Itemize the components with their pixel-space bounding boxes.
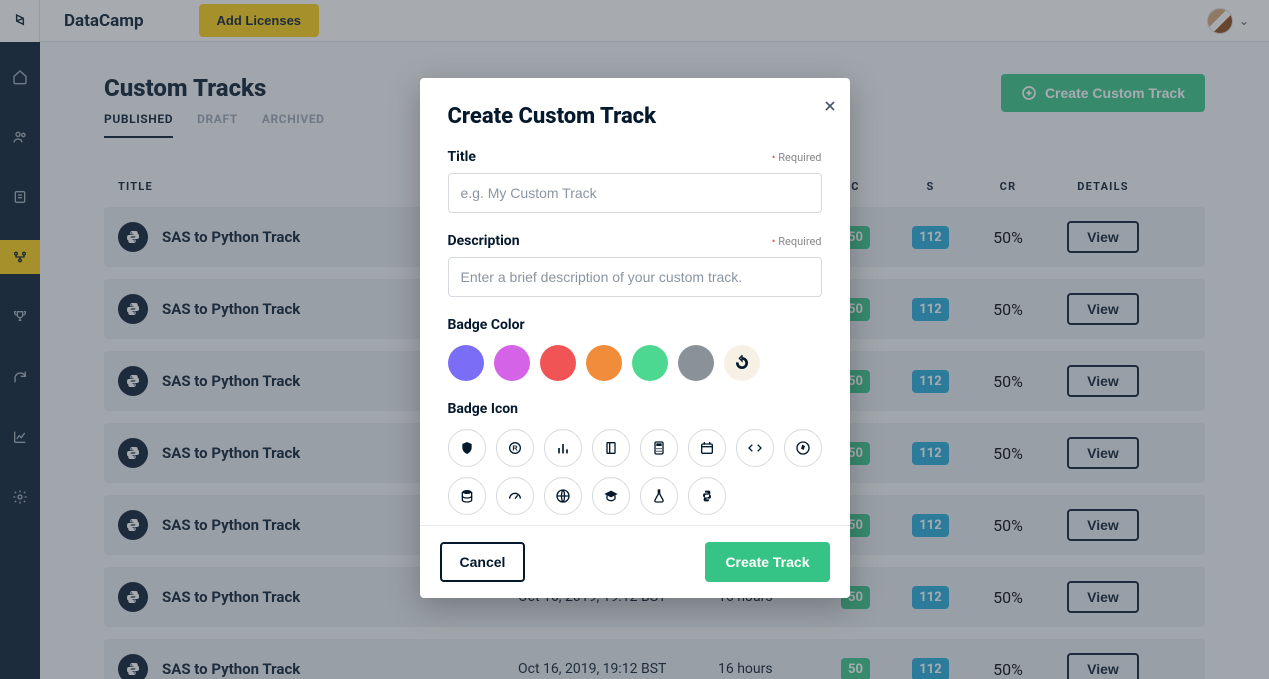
calendar-icon <box>699 440 715 456</box>
bar-chart-icon <box>555 440 571 456</box>
badge-icon-r-lang[interactable]: R <box>496 429 534 467</box>
color-swatch[interactable] <box>586 345 622 381</box>
badge-icon-python[interactable] <box>688 477 726 515</box>
required-tag: Required <box>772 151 822 164</box>
color-swatch[interactable] <box>494 345 530 381</box>
color-swatch[interactable] <box>678 345 714 381</box>
gauge-icon <box>507 488 523 504</box>
close-icon <box>822 98 838 114</box>
badge-icon-shield[interactable] <box>448 429 486 467</box>
submit-button[interactable]: Create Track <box>705 542 829 582</box>
code-icon <box>747 440 763 456</box>
title-input[interactable] <box>448 173 822 213</box>
badge-color-label: Badge Color <box>448 317 822 333</box>
badge-icon-calculator[interactable] <box>640 429 678 467</box>
svg-text:R: R <box>512 444 518 453</box>
badge-icon-label: Badge Icon <box>448 401 822 417</box>
book-icon <box>603 440 619 456</box>
badge-icon-book[interactable] <box>592 429 630 467</box>
python-icon <box>699 488 715 504</box>
badge-icon-database[interactable] <box>448 477 486 515</box>
close-button[interactable] <box>822 94 838 120</box>
cancel-button[interactable]: Cancel <box>440 542 526 582</box>
title-label: Title Required <box>448 149 822 165</box>
undo-icon <box>734 355 750 371</box>
badge-icon-bar-chart[interactable] <box>544 429 582 467</box>
color-swatch[interactable] <box>632 345 668 381</box>
calculator-icon <box>651 440 667 456</box>
graduation-icon <box>603 488 619 504</box>
compass-icon <box>795 440 811 456</box>
modal-footer: Cancel Create Track <box>420 525 850 598</box>
modal-title: Create Custom Track <box>448 104 822 129</box>
description-input[interactable] <box>448 257 822 297</box>
database-icon <box>459 488 475 504</box>
badge-icon-compass[interactable] <box>784 429 822 467</box>
badge-icon-code[interactable] <box>736 429 774 467</box>
color-swatch[interactable] <box>448 345 484 381</box>
required-tag: Required <box>772 235 822 248</box>
create-track-modal: Create Custom Track Title Required Descr… <box>420 78 850 598</box>
flask-icon <box>651 488 667 504</box>
shield-icon <box>459 440 475 456</box>
modal-overlay: Create Custom Track Title Required Descr… <box>0 0 1269 679</box>
badge-icon-grid: R <box>448 429 822 515</box>
badge-icon-flask[interactable] <box>640 477 678 515</box>
color-reset-button[interactable] <box>724 345 760 381</box>
badge-icon-gauge[interactable] <box>496 477 534 515</box>
color-swatch[interactable] <box>540 345 576 381</box>
badge-icon-globe[interactable] <box>544 477 582 515</box>
description-label: Description Required <box>448 233 822 249</box>
globe-icon <box>555 488 571 504</box>
badge-icon-graduation[interactable] <box>592 477 630 515</box>
r-lang-icon: R <box>507 440 523 456</box>
badge-icon-calendar[interactable] <box>688 429 726 467</box>
badge-color-swatches <box>448 345 822 381</box>
